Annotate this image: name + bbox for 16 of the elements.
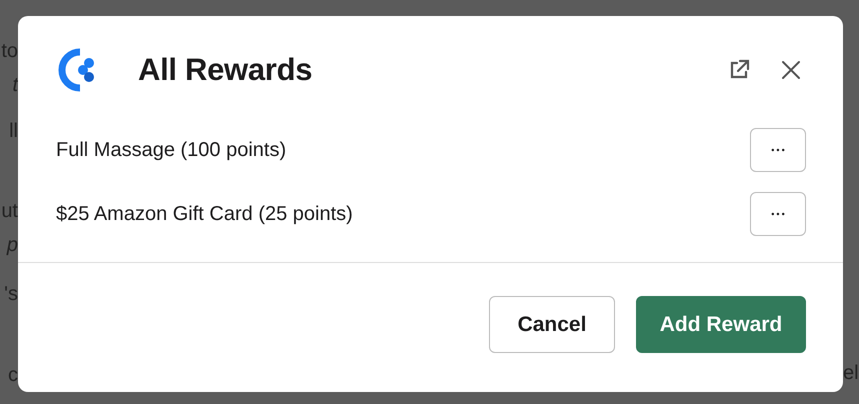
- background-text: ut: [1, 200, 18, 222]
- reward-label: $25 Amazon Gift Card (25 points): [56, 202, 353, 226]
- background-text: el: [843, 362, 859, 384]
- background-text: c: [8, 364, 18, 386]
- background-text: to: [1, 40, 18, 62]
- more-button[interactable]: •••: [750, 192, 806, 236]
- dialog-title: All Rewards: [138, 52, 314, 88]
- add-reward-button[interactable]: Add Reward: [636, 296, 806, 353]
- background-text: 's: [4, 283, 18, 305]
- background-text: t: [12, 74, 18, 96]
- reward-label: Full Massage (100 points): [56, 138, 286, 162]
- more-button[interactable]: •••: [750, 128, 806, 172]
- close-icon[interactable]: [779, 58, 803, 82]
- background-text: ll: [9, 120, 18, 142]
- cancel-button[interactable]: Cancel: [489, 296, 615, 353]
- background-text: p: [6, 234, 18, 256]
